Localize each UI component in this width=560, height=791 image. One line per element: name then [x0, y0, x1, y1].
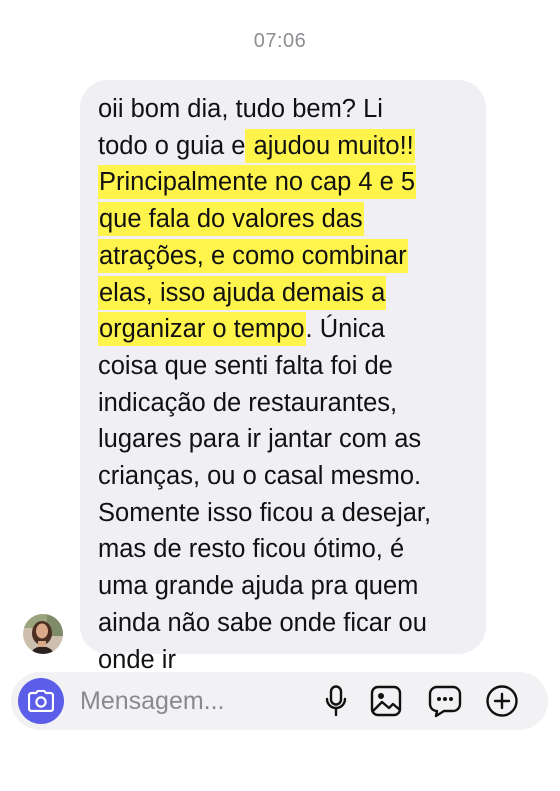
add-icon — [486, 685, 518, 717]
message-line: Principalmente no cap 4 e 5 — [98, 164, 476, 201]
message-line: ainda não sabe onde ficar ou — [98, 605, 476, 642]
highlighted-text: atrações, e como combinar — [98, 241, 408, 270]
message-line: elas, isso ajuda demais a — [98, 275, 476, 312]
message-text-segment: crianças, ou o casal mesmo. — [98, 462, 422, 491]
message-composer — [11, 672, 548, 730]
message-text-segment: indicação de restaurantes, — [98, 388, 398, 417]
message-text: oii bom dia, tudo bem? Li todo o guia e a… — [98, 91, 476, 678]
message-bubble[interactable]: oii bom dia, tudo bem? Li todo o guia e a… — [80, 80, 486, 674]
message-line: lugares para ir jantar com as — [98, 421, 476, 458]
message-text-segment: lugares para ir jantar com as — [98, 425, 422, 454]
message-line: uma grande ajuda pra quem — [98, 568, 476, 605]
image-icon — [370, 685, 402, 717]
highlighted-text: Principalmente no cap 4 e 5 — [98, 168, 417, 197]
gallery-button[interactable] — [369, 684, 403, 718]
message-text-segment: oii bom dia, tudo bem? Li — [98, 95, 383, 123]
message-line: organizar o tempo. Única — [98, 311, 476, 348]
camera-icon — [28, 690, 54, 712]
message-timestamp: 07:06 — [253, 30, 307, 52]
avatar-photo — [23, 614, 63, 654]
message-input[interactable] — [80, 682, 310, 720]
message-line: atrações, e como combinar — [98, 238, 476, 275]
message-text-segment: ainda não sabe onde ficar ou — [98, 608, 427, 637]
highlighted-text: organizar o tempo — [98, 315, 306, 344]
message-line: indicação de restaurantes, — [98, 385, 476, 422]
more-options-button[interactable] — [485, 684, 519, 718]
sender-avatar[interactable] — [23, 614, 63, 654]
camera-button[interactable] — [18, 678, 64, 724]
message-line: oii bom dia, tudo bem? Li — [98, 91, 476, 128]
message-line: que fala do valores das — [98, 201, 476, 238]
message-text-segment: todo o guia e — [98, 131, 246, 160]
message-line: Somente isso ficou a desejar, — [98, 495, 476, 532]
microphone-icon — [325, 685, 347, 717]
message-line: coisa que senti falta foi de — [98, 348, 476, 385]
message-line: mas de resto ficou ótimo, é — [98, 531, 476, 568]
message-line: todo o guia e ajudou muito!! — [98, 128, 476, 165]
message-text-segment: Somente isso ficou a desejar, — [98, 498, 432, 527]
voice-message-button[interactable] — [319, 684, 353, 718]
message-text-segment: coisa que senti falta foi de — [98, 351, 393, 380]
message-text-segment: . Única — [305, 315, 385, 344]
highlighted-text: que fala do valores das — [98, 205, 364, 234]
message-text-segment: mas de resto ficou ótimo, é — [98, 535, 405, 564]
message-line: crianças, ou o casal mesmo. — [98, 458, 476, 495]
highlighted-text: ajudou muito!! — [245, 131, 415, 160]
message-text-segment: uma grande ajuda pra quem — [98, 572, 419, 601]
sticker-icon — [428, 685, 462, 718]
message-text-segment: onde ir — [98, 645, 176, 674]
highlighted-text: elas, isso ajuda demais a — [98, 278, 387, 307]
sticker-button[interactable] — [428, 684, 462, 718]
